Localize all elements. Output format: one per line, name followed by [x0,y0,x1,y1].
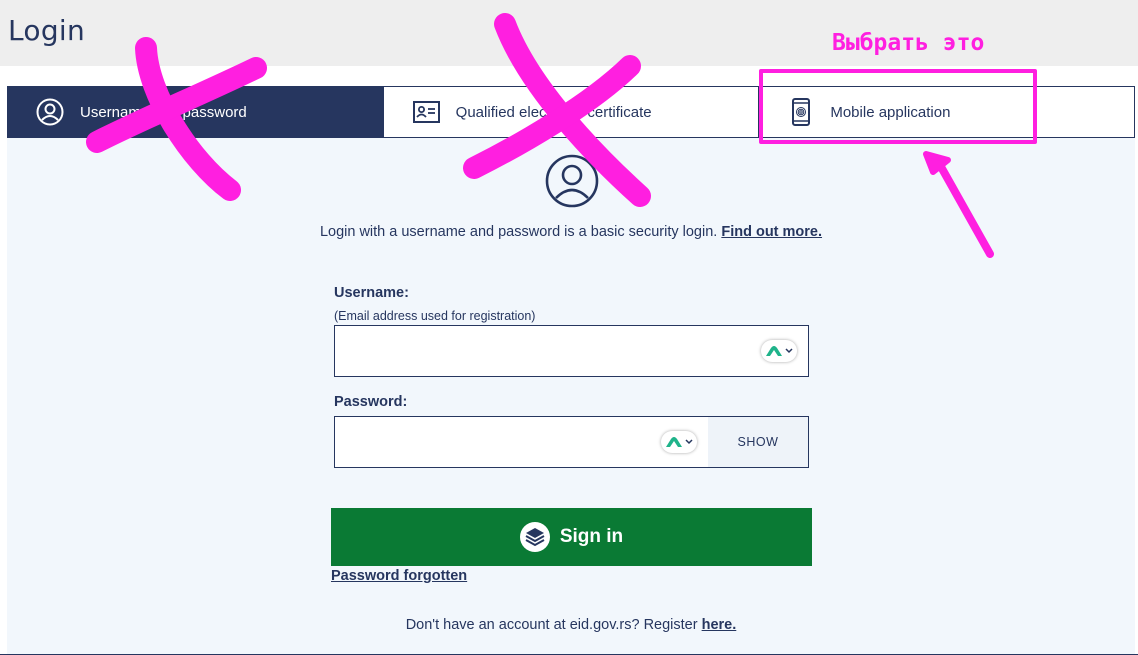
password-input[interactable] [335,417,655,467]
username-input[interactable] [335,326,755,376]
username-label: Username: [334,285,409,301]
tab-label: Mobile application [830,103,951,121]
mobile-fingerprint-icon [792,98,811,126]
find-out-more-link[interactable]: Find out more. [721,224,822,240]
annotation-label: Выбрать это [832,30,985,56]
tab-label: Qualified electronic certificate [455,103,652,121]
password-field-box: SHOW [334,416,809,468]
register-description: Don't have an account at eid.gov.rs? Reg… [405,617,698,633]
user-circle-icon [36,98,64,126]
password-manager-icon[interactable] [661,431,697,453]
username-field-box [334,325,809,377]
page-title: Login [8,14,86,47]
username-hint: (Email address used for registration) [334,309,536,323]
id-card-icon [412,101,440,123]
password-manager-icon[interactable] [761,340,797,362]
tab-label: Username and password [80,103,247,121]
sign-in-label: Sign in [559,526,624,547]
eid-logo-icon [519,522,550,552]
sign-in-button[interactable]: Sign in [331,508,812,566]
user-avatar-icon [545,154,599,213]
register-text: Don't have an account at eid.gov.rs? Reg… [7,617,1135,633]
register-here-link[interactable]: here. [702,617,737,633]
intro-description: Login with a username and password is a … [319,224,718,240]
password-forgotten-link[interactable]: Password forgotten [331,568,467,584]
tab-qualified-certificate[interactable]: Qualified electronic certificate [382,87,759,137]
login-method-tabs: Username and password Qualified electron… [7,86,1135,138]
tab-username-password[interactable]: Username and password [8,87,383,137]
show-password-button[interactable]: SHOW [708,417,808,467]
password-label: Password: [334,394,408,410]
login-panel: Login with a username and password is a … [7,138,1135,655]
tab-mobile-application[interactable]: Mobile application [758,87,1134,137]
intro-text: Login with a username and password is a … [7,224,1135,240]
